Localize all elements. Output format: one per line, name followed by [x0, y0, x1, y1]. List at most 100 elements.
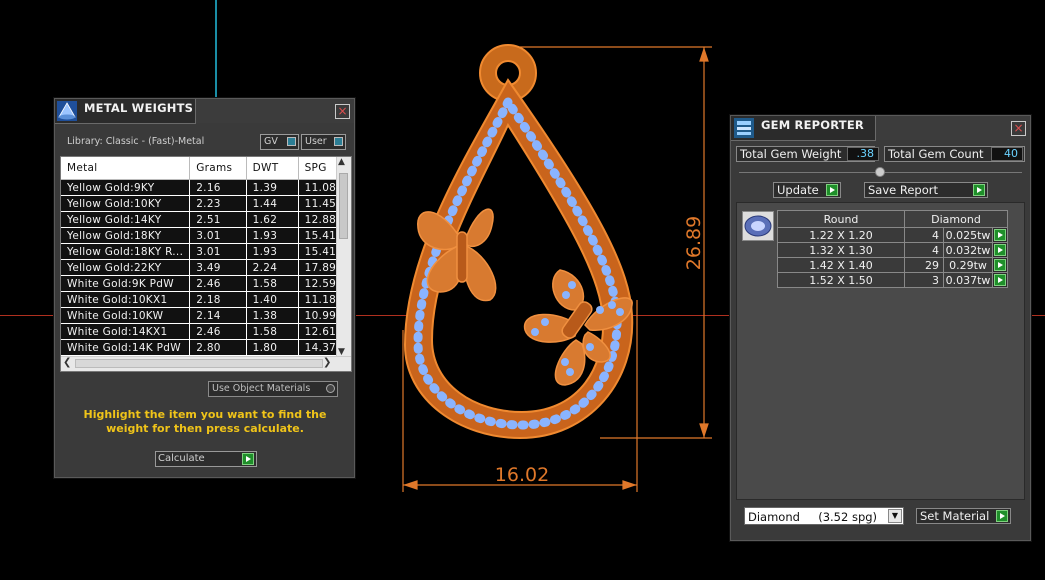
gv-toggle-label: GV: [264, 136, 278, 147]
metal-name-cell[interactable]: Yellow Gold:18KY: [61, 227, 191, 244]
table-row[interactable]: 1.22 X 1.20 4 0.025tw: [777, 227, 1008, 243]
table-row[interactable]: Yellow Gold:9KY 2.16 1.39 11.08: [61, 179, 351, 196]
grams-cell[interactable]: 3.01: [189, 243, 247, 260]
play-arrow-icon: [994, 229, 1006, 241]
round-diamond-icon[interactable]: [742, 211, 774, 241]
dwt-cell[interactable]: 1.93: [246, 227, 299, 244]
scroll-up-icon[interactable]: ▲: [338, 157, 345, 167]
metal-name-cell[interactable]: Yellow Gold:10KY: [61, 195, 191, 212]
table-row[interactable]: White Gold:10KW 2.14 1.38 10.99: [61, 307, 351, 324]
gem-reporter-title: GEM REPORTER: [761, 118, 864, 132]
column-header-dwt[interactable]: DWT: [246, 157, 299, 180]
metal-name-cell[interactable]: White Gold:10KW: [61, 307, 191, 324]
grams-cell[interactable]: 2.14: [189, 307, 247, 324]
save-report-button[interactable]: Save Report: [864, 182, 988, 198]
metal-name-cell[interactable]: Yellow Gold:22KY: [61, 259, 191, 276]
gv-toggle[interactable]: GV: [260, 134, 299, 150]
dwt-cell[interactable]: 2.24: [246, 259, 299, 276]
metal-weights-title: METAL WEIGHTS: [84, 101, 194, 115]
column-header-diamond: Diamond: [904, 210, 1008, 228]
set-material-button[interactable]: Set Material: [916, 508, 1011, 524]
metal-name-cell[interactable]: Yellow Gold:9KY: [61, 179, 191, 196]
dwt-cell[interactable]: 1.58: [246, 275, 299, 292]
grams-cell[interactable]: 2.80: [189, 339, 247, 356]
scroll-thumb[interactable]: [339, 173, 348, 239]
gem-reporter-titlebar[interactable]: GEM REPORTER ×: [731, 116, 1030, 141]
table-row[interactable]: 1.32 X 1.30 4 0.032tw: [777, 242, 1008, 258]
metal-name-cell[interactable]: White Gold:14KX1: [61, 323, 191, 340]
scroll-thumb[interactable]: [75, 359, 323, 368]
table-row[interactable]: 1.52 X 1.50 3 0.037tw: [777, 272, 1008, 288]
select-gem-button[interactable]: [992, 272, 1008, 288]
table-row[interactable]: Yellow Gold:18KY R... 3.01 1.93 15.41: [61, 243, 351, 260]
grams-cell[interactable]: 2.18: [189, 291, 247, 308]
table-row[interactable]: White Gold:14K PdW 2.80 1.80 14.37: [61, 339, 351, 356]
total-gem-count-value: 40: [991, 147, 1023, 161]
instruction-text: Highlight the item you want to find the …: [83, 408, 327, 435]
toggle-knob-icon: [334, 137, 343, 146]
save-report-label: Save Report: [868, 183, 939, 197]
material-select[interactable]: Diamond (3.52 spg) ▼: [744, 507, 904, 525]
grams-cell[interactable]: 3.49: [189, 259, 247, 276]
grams-cell[interactable]: 2.16: [189, 179, 247, 196]
select-gem-button[interactable]: [992, 242, 1008, 258]
use-object-materials-toggle[interactable]: Use Object Materials: [208, 381, 338, 397]
total-gem-weight-value: .38: [847, 147, 879, 161]
update-button[interactable]: Update: [773, 182, 841, 198]
metal-name-cell[interactable]: White Gold:10KX1: [61, 291, 191, 308]
dwt-cell[interactable]: 1.58: [246, 323, 299, 340]
dwt-cell[interactable]: 1.39: [246, 179, 299, 196]
table-row[interactable]: 1.42 X 1.40 29 0.29tw: [777, 257, 1008, 273]
user-toggle[interactable]: User: [301, 134, 346, 150]
dwt-cell[interactable]: 1.40: [246, 291, 299, 308]
gem-count-cell: 4: [904, 227, 944, 243]
select-gem-button[interactable]: [992, 227, 1008, 243]
table-row[interactable]: White Gold:14KX1 2.46 1.58 12.61: [61, 323, 351, 340]
gem-weight-cell: 0.037tw: [943, 272, 993, 288]
metal-name-cell[interactable]: White Gold:9K PdW: [61, 275, 191, 292]
chevron-down-icon[interactable]: ▼: [888, 509, 902, 523]
table-row[interactable]: Yellow Gold:14KY 2.51 1.62 12.88: [61, 211, 351, 228]
metal-weights-titlebar[interactable]: METAL WEIGHTS ×: [55, 99, 354, 124]
dwt-cell[interactable]: 1.93: [246, 243, 299, 260]
column-header-metal[interactable]: Metal: [61, 157, 191, 180]
grams-cell[interactable]: 3.01: [189, 227, 247, 244]
gem-size-cell: 1.32 X 1.30: [777, 242, 905, 258]
table-row[interactable]: Yellow Gold:22KY 3.49 2.24 17.89: [61, 259, 351, 276]
dwt-cell[interactable]: 1.80: [246, 339, 299, 356]
radio-icon: [326, 384, 335, 393]
metal-table-hscrollbar[interactable]: ❮ ❯: [61, 356, 351, 371]
column-header-grams[interactable]: Grams: [189, 157, 247, 180]
table-row[interactable]: Yellow Gold:10KY 2.23 1.44 11.45: [61, 195, 351, 212]
select-gem-button[interactable]: [992, 257, 1008, 273]
dwt-cell[interactable]: 1.62: [246, 211, 299, 228]
calculate-button[interactable]: Calculate: [155, 451, 257, 467]
set-material-label: Set Material: [920, 509, 990, 523]
scroll-right-icon[interactable]: ❯: [323, 357, 331, 368]
metal-table: Metal Grams DWT SPG Yellow Gold:9KY 2.16 1…: [61, 157, 351, 356]
dwt-cell[interactable]: 1.38: [246, 307, 299, 324]
table-row[interactable]: White Gold:9K PdW 2.46 1.58 12.59: [61, 275, 351, 292]
table-row[interactable]: Yellow Gold:18KY 3.01 1.93 15.41: [61, 227, 351, 244]
user-toggle-label: User: [305, 136, 327, 147]
metal-table-vscrollbar[interactable]: ▲ ▼: [336, 157, 351, 357]
collapse-knob-icon[interactable]: [875, 167, 885, 177]
close-icon[interactable]: ×: [335, 104, 350, 119]
metal-name-cell[interactable]: Yellow Gold:18KY R...: [61, 243, 191, 260]
grams-cell[interactable]: 2.51: [189, 211, 247, 228]
play-arrow-icon: [994, 244, 1006, 256]
gem-list: Round Diamond 1.22 X 1.20 4 0.025tw 1.32 X …: [736, 202, 1025, 500]
metal-name-cell[interactable]: Yellow Gold:14KY: [61, 211, 191, 228]
gem-size-cell: 1.42 X 1.40: [777, 257, 905, 273]
close-icon[interactable]: ×: [1011, 121, 1026, 136]
dwt-cell[interactable]: 1.44: [246, 195, 299, 212]
grams-cell[interactable]: 2.23: [189, 195, 247, 212]
metal-weights-tab: METAL WEIGHTS: [55, 99, 196, 124]
grams-cell[interactable]: 2.46: [189, 275, 247, 292]
gem-reporter-tab: GEM REPORTER: [731, 116, 876, 141]
table-row[interactable]: White Gold:10KX1 2.18 1.40 11.18: [61, 291, 351, 308]
play-arrow-icon: [996, 510, 1008, 522]
metal-name-cell[interactable]: White Gold:14K PdW: [61, 339, 191, 356]
grams-cell[interactable]: 2.46: [189, 323, 247, 340]
scroll-left-icon[interactable]: ❮: [63, 357, 71, 368]
